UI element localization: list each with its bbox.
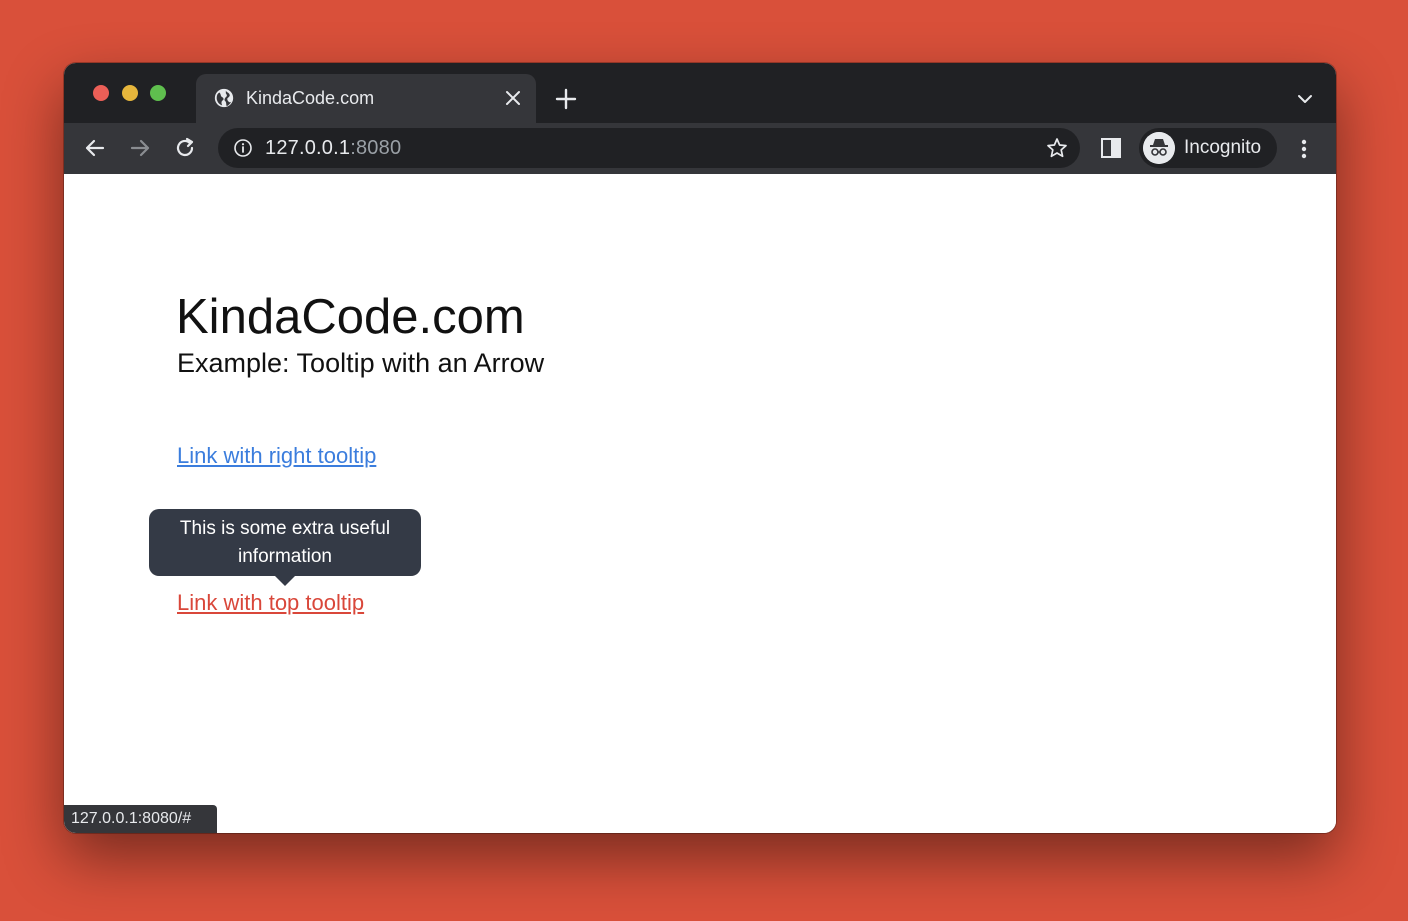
tab-bar: KindaCode.com — [64, 63, 1336, 123]
bookmark-star-icon[interactable] — [1046, 137, 1068, 159]
page-subtitle: Example: Tooltip with an Arrow — [177, 348, 545, 378]
page-content: KindaCode.com Example: Tooltip with an A… — [64, 174, 1336, 833]
incognito-label: Incognito — [1184, 137, 1262, 158]
url-text: 127.0.0.1:8080 — [265, 137, 401, 160]
tab-title: KindaCode.com — [246, 88, 375, 108]
close-icon[interactable] — [504, 89, 522, 107]
tab-kindacode[interactable]: KindaCode.com — [196, 74, 536, 123]
tooltip-arrow — [274, 575, 296, 586]
address-bar[interactable]: 127.0.0.1:8080 — [218, 128, 1080, 168]
url-port: :8080 — [350, 137, 402, 159]
status-bar: 127.0.0.1:8080/# — [64, 805, 217, 833]
browser-window: KindaCode.com 127.0.0.1:8080 Incognito K… — [64, 63, 1336, 833]
globe-icon — [214, 88, 234, 108]
reload-icon[interactable] — [172, 135, 198, 161]
new-tab-icon[interactable] — [554, 87, 578, 111]
more-menu-icon[interactable] — [1294, 136, 1314, 162]
incognito-profile-button[interactable]: Incognito — [1139, 128, 1277, 168]
tooltip: This is some extra useful information — [149, 509, 421, 586]
link-top-tooltip[interactable]: Link with top tooltip — [177, 590, 364, 616]
close-window-button[interactable] — [93, 85, 109, 101]
browser-toolbar: 127.0.0.1:8080 Incognito — [64, 123, 1336, 174]
side-panel-icon[interactable] — [1100, 137, 1122, 159]
tooltip-text: This is some extra useful information — [179, 518, 391, 567]
zoom-window-button[interactable] — [150, 85, 166, 101]
minimize-window-button[interactable] — [122, 85, 138, 101]
info-icon[interactable] — [233, 138, 253, 158]
back-arrow-icon[interactable] — [82, 135, 108, 161]
chevron-down-icon[interactable] — [1296, 90, 1314, 108]
forward-arrow-icon[interactable] — [127, 135, 153, 161]
incognito-icon — [1143, 132, 1175, 164]
url-host: 127.0.0.1 — [265, 137, 351, 159]
link-right-tooltip[interactable]: Link with right tooltip — [177, 443, 376, 469]
page-title: KindaCode.com — [176, 290, 525, 344]
